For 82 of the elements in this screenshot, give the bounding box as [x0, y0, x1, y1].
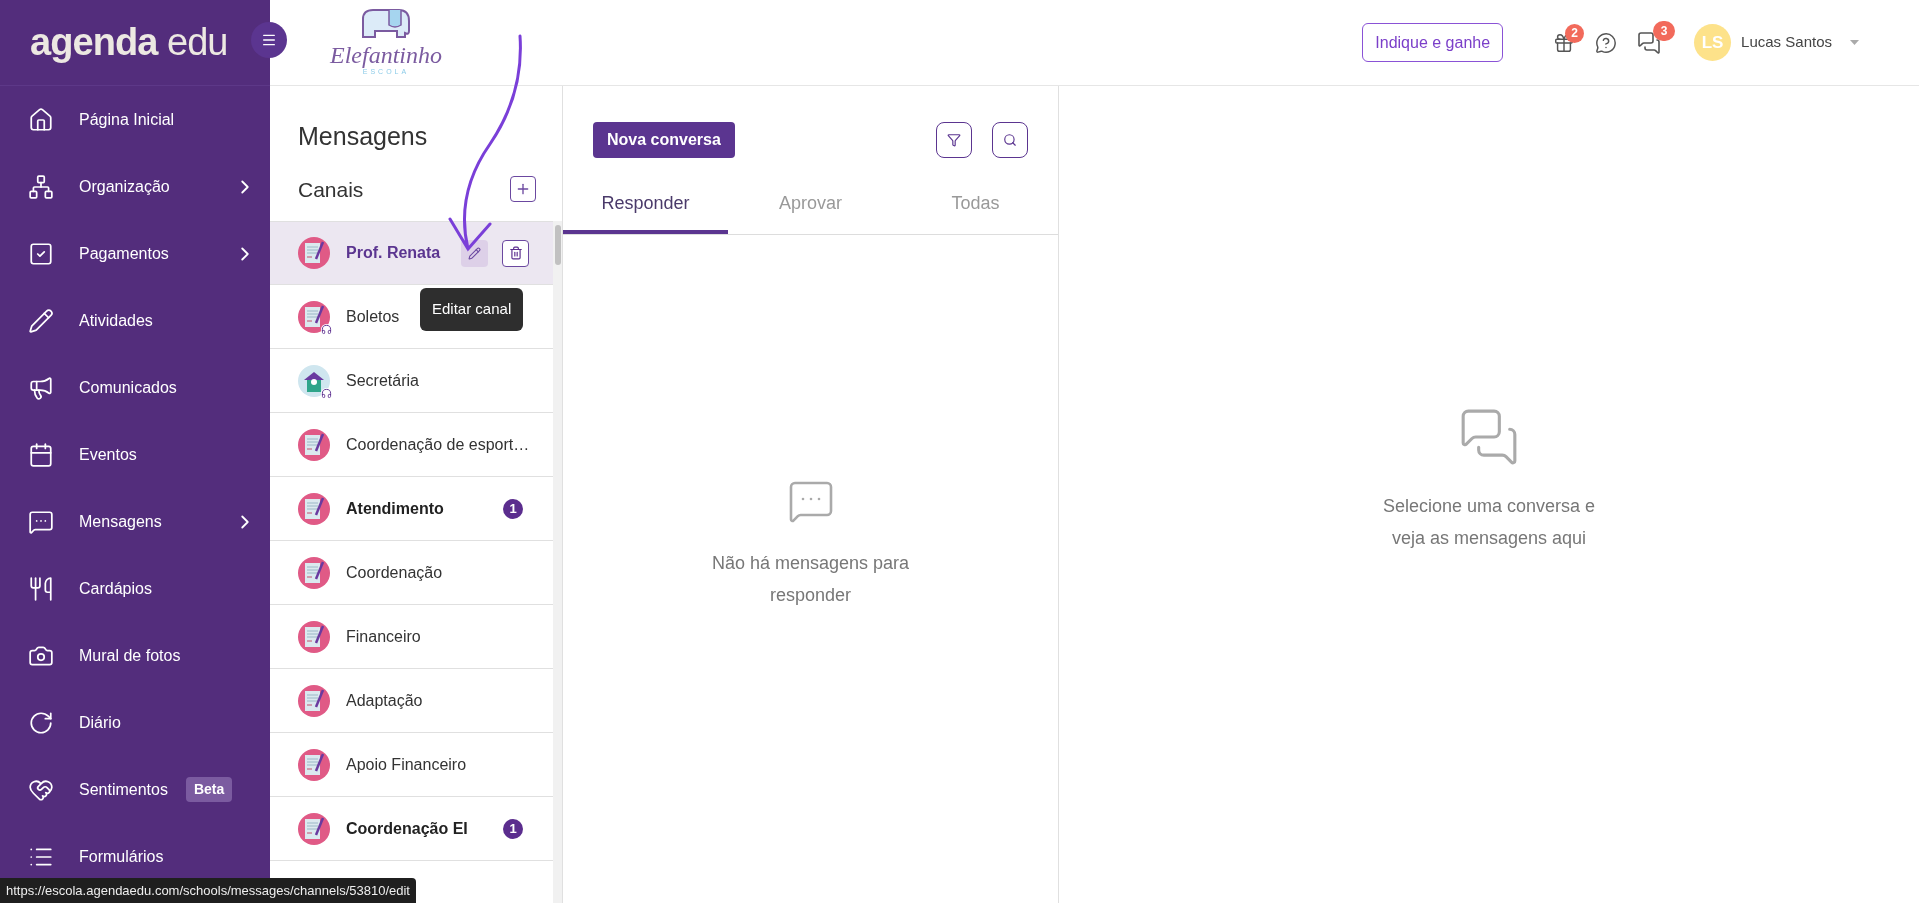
- home-icon: [28, 106, 54, 133]
- channel-name: Financeiro: [346, 626, 421, 647]
- panel-title: Mensagens: [298, 121, 429, 152]
- channel-name: Boletos: [346, 306, 400, 327]
- sidebar-item[interactable]: Cardápios: [0, 555, 270, 622]
- sidebar-label: Mensagens: [79, 511, 162, 532]
- filter-icon: [947, 133, 961, 147]
- document-avatar-icon: [298, 237, 330, 269]
- sidebar-item[interactable]: Sentimentos Beta: [0, 756, 270, 823]
- channel-name: Secretária: [346, 370, 419, 391]
- channel-name: Apoio Financeiro: [346, 754, 467, 775]
- document-avatar-icon: [298, 300, 330, 333]
- tooltip: Editar canal: [420, 288, 524, 331]
- sidebar-item[interactable]: Página Inicial: [0, 86, 270, 153]
- school-avatar-icon: [298, 364, 330, 397]
- refresh-icon: [28, 709, 54, 736]
- scrollbar-thumb[interactable]: [554, 225, 561, 265]
- sidebar-item[interactable]: Comunicados: [0, 354, 270, 421]
- menu-icon: [261, 32, 277, 48]
- menu-toggle-button[interactable]: [251, 22, 287, 58]
- channel-name: Coordenação: [346, 562, 443, 583]
- document-avatar-icon: [298, 684, 330, 717]
- calendar-icon: [28, 441, 54, 468]
- sidebar-item[interactable]: Organização: [0, 153, 270, 220]
- sidebar-label: Cardápios: [79, 578, 152, 599]
- pencil-icon: [28, 307, 54, 334]
- link-preview-tooltip: https://escola.agendaedu.com/schools/messages/channels/53810/edit: [0, 877, 416, 903]
- document-avatar-icon: [298, 428, 330, 461]
- empty-message: Não há mensagens para responder: [710, 552, 911, 607]
- referral-button[interactable]: Indique e ganhe: [1362, 23, 1504, 62]
- delete-channel-button[interactable]: [502, 239, 530, 267]
- add-channel-button[interactable]: [510, 176, 536, 203]
- search-icon: [1003, 133, 1017, 147]
- beta-badge: Beta: [185, 777, 233, 802]
- channel-name: Adaptação: [346, 690, 423, 711]
- pencil-icon: [468, 246, 482, 260]
- sidebar-item[interactable]: Diário: [0, 689, 270, 756]
- document-avatar-icon: [298, 556, 330, 589]
- search-button[interactable]: [992, 122, 1028, 158]
- sidebar-item[interactable]: Pagamentos: [0, 220, 270, 287]
- channel-name: Coordenação EI: [346, 818, 468, 839]
- notification-badge: 2: [1565, 23, 1585, 43]
- sidebar-item[interactable]: Mural de fotos: [0, 622, 270, 689]
- chat-icon[interactable]: [1637, 30, 1662, 55]
- help-icon[interactable]: [1595, 31, 1618, 54]
- sidebar-item[interactable]: Mensagens: [0, 488, 270, 555]
- sidebar-label: Formulários: [79, 846, 164, 867]
- unread-count-badge: 1: [503, 498, 524, 519]
- brand-logo[interactable]: agenda edu: [30, 14, 228, 71]
- megaphone-icon: [28, 374, 54, 401]
- sidebar-label: Atividades: [79, 310, 153, 331]
- unread-count-badge: 1: [503, 818, 524, 839]
- sidebar-label: Organização: [79, 176, 170, 197]
- document-avatar-icon: [298, 620, 330, 653]
- sidebar-label: Diário: [79, 712, 121, 733]
- document-avatar-icon: [298, 748, 330, 781]
- chat-icon: [28, 508, 54, 535]
- filter-button[interactable]: [936, 122, 972, 158]
- notification-badge: 3: [1653, 20, 1676, 41]
- sidebar-label: Comunicados: [79, 377, 177, 398]
- cutlery-icon: [28, 575, 54, 602]
- channel-name: Coordenação de esport…: [346, 434, 530, 455]
- channel-name: Prof. Renata: [346, 243, 441, 263]
- document-avatar-icon: [298, 492, 330, 525]
- sidebar-label: Sentimentos: [79, 779, 168, 800]
- channels-heading: Canais: [298, 176, 364, 203]
- sidebar-label: Página Inicial: [79, 109, 175, 130]
- user-name[interactable]: Lucas Santos: [1741, 31, 1832, 54]
- tab[interactable]: Responder: [563, 176, 728, 234]
- channel-name: Atendimento: [346, 498, 444, 519]
- sidebar-label: Mural de fotos: [79, 645, 181, 666]
- empty-message: Selecione uma conversa e veja as mensagens aqui: [1381, 494, 1597, 550]
- check-icon: [28, 240, 54, 267]
- hierarchy-icon: [28, 173, 54, 200]
- document-avatar-icon: [298, 812, 330, 845]
- sidebar-item[interactable]: Atividades: [0, 287, 270, 354]
- new-conversation-button[interactable]: Nova conversa: [593, 122, 735, 158]
- sidebar-item[interactable]: Eventos: [0, 421, 270, 488]
- trash-icon: [508, 246, 523, 260]
- sidebar-label: Eventos: [79, 444, 137, 465]
- sidebar-label: Pagamentos: [79, 243, 169, 264]
- caret-icon: [1850, 40, 1859, 45]
